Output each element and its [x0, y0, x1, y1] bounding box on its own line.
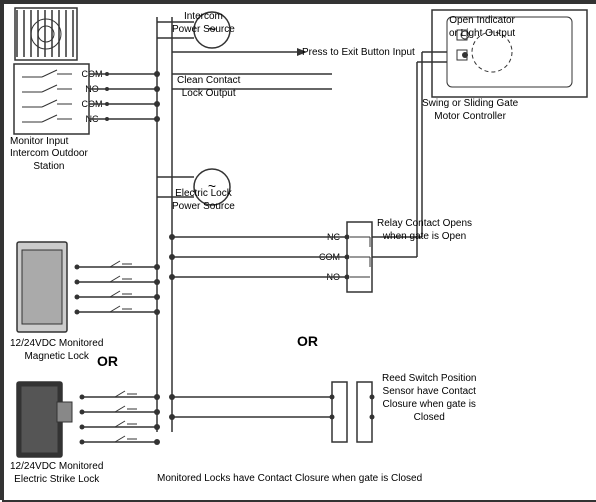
intercom-power-source-label: IntercomPower Source — [172, 10, 235, 36]
reed-switch-label: Reed Switch PositionSensor have ContactC… — [382, 372, 477, 424]
swing-gate-label: Swing or Sliding GateMotor Controller — [422, 97, 518, 123]
open-indicator-label: Open Indicatoror Light Output — [449, 14, 515, 40]
press-to-exit-label: Press to Exit Button Input — [302, 46, 415, 59]
electric-strike-label: 12/24VDC MonitoredElectric Strike Lock — [10, 460, 103, 486]
clean-contact-label: Clean ContactLock Output — [177, 74, 240, 100]
intercom-outdoor-station-label: Intercom OutdoorStation — [10, 147, 88, 173]
or2-label: OR — [297, 332, 318, 350]
electric-lock-power-label: Electric LockPower Source — [172, 187, 235, 213]
magnetic-lock-label: 12/24VDC MonitoredMagnetic Lock — [10, 337, 103, 363]
footer-label: Monitored Locks have Contact Closure whe… — [157, 472, 422, 485]
or1-label: OR — [97, 352, 118, 370]
relay-contact-label: Relay Contact Openswhen gate is Open — [377, 217, 472, 243]
wiring-diagram: COM NO COM NC — [0, 0, 596, 500]
